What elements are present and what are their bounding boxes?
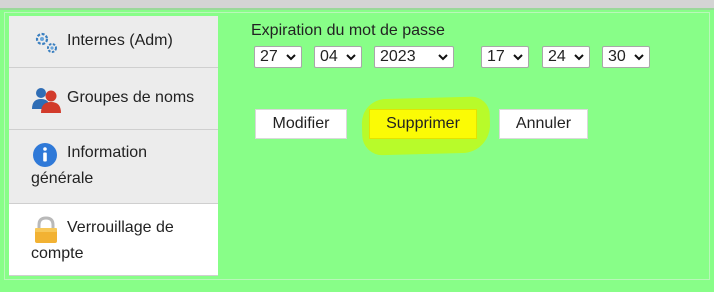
sidebar-item-information[interactable]: Information générale [9, 130, 218, 204]
modify-button[interactable]: Modifier [255, 109, 347, 139]
minute-select-value: 24 [548, 48, 566, 65]
chevron-down-icon [574, 54, 584, 61]
chevron-down-icon [438, 54, 448, 61]
second-select-value: 30 [608, 48, 626, 65]
chevron-down-icon [513, 54, 523, 61]
chevron-down-icon [634, 54, 644, 61]
sidebar: Internes (Adm) Groupes de noms Informati… [9, 16, 218, 276]
chevron-down-icon [346, 54, 356, 61]
sidebar-item-groupes[interactable]: Groupes de noms [9, 68, 218, 130]
day-select[interactable]: 27 [254, 46, 302, 68]
hour-select[interactable]: 17 [481, 46, 529, 68]
day-select-value: 27 [260, 48, 278, 65]
cancel-button[interactable]: Annuler [499, 109, 588, 139]
month-select-value: 04 [320, 48, 338, 65]
window-top-strip [0, 0, 714, 8]
panel-border-bottom [4, 279, 710, 280]
month-select[interactable]: 04 [314, 46, 362, 68]
year-select[interactable]: 2023 [374, 46, 454, 68]
year-select-value: 2023 [380, 48, 416, 65]
chevron-down-icon [286, 54, 296, 61]
panel-border-top [4, 12, 710, 13]
minute-select[interactable]: 24 [542, 46, 590, 68]
panel-border-left [4, 12, 5, 280]
sidebar-item-internes[interactable]: Internes (Adm) [9, 16, 218, 68]
second-select[interactable]: 30 [602, 46, 650, 68]
top-border [0, 8, 714, 10]
delete-button[interactable]: Supprimer [369, 109, 477, 139]
sidebar-item-verrouillage[interactable]: Verrouillage de compte [9, 204, 218, 276]
sidebar-item-label: Information générale [31, 144, 148, 187]
users-group-icon [32, 88, 61, 113]
gears-icon [35, 32, 57, 53]
sidebar-item-label: Internes (Adm) [67, 32, 173, 49]
panel-border-right [709, 12, 710, 280]
sidebar-item-label: Verrouillage de compte [31, 219, 174, 262]
password-expiration-title: Expiration du mot de passe [251, 22, 445, 39]
sidebar-item-label: Groupes de noms [67, 89, 195, 106]
hour-select-value: 17 [487, 48, 505, 65]
